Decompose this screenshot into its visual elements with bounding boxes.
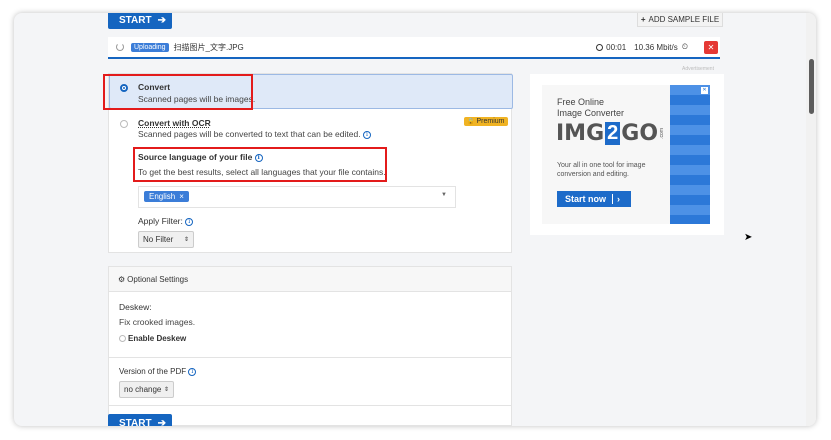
divider — [109, 405, 511, 406]
add-sample-file-button[interactable]: + ADD SAMPLE FILE — [637, 13, 723, 27]
deskew-desc: Fix crooked images. — [119, 317, 196, 327]
speed-gauge-icon: ⏲ — [681, 42, 688, 51]
remove-tag-icon[interactable]: × — [179, 192, 184, 201]
advertisement-label: Advertisement — [682, 66, 714, 72]
language-tag: English × — [144, 191, 189, 202]
apply-filter-label: Apply Filter: — [138, 216, 183, 226]
optional-settings-title: Optional Settings — [127, 275, 189, 284]
enable-deskew-checkbox[interactable] — [119, 335, 126, 342]
language-tag-label: English — [149, 192, 176, 201]
enable-deskew-label: Enable Deskew — [128, 334, 187, 343]
arrow-right-icon: ➔ — [157, 14, 166, 26]
filter-select-value: No Filter — [143, 235, 174, 244]
deskew-title: Deskew: — [119, 302, 152, 312]
page-scrollbar[interactable] — [806, 13, 816, 426]
convert-ocr-title: Convert with OCR — [138, 118, 211, 128]
info-icon[interactable]: i — [362, 130, 371, 139]
upload-speed: 10.36 Mbit/s — [634, 42, 678, 52]
upload-file-name: 扫描图片_文字.JPG — [173, 42, 244, 52]
chevron-right-icon: › — [612, 194, 620, 204]
start-button-bottom-label: START — [119, 417, 152, 427]
info-icon[interactable]: i — [188, 367, 197, 376]
uploading-status-badge: Uploading — [131, 42, 169, 52]
scrollbar-thumb[interactable] — [809, 59, 814, 114]
pdf-version-value: no change — [124, 385, 162, 394]
logo-2-text: 2 — [605, 122, 621, 145]
clock-icon — [596, 43, 604, 51]
browser-window: START ➔ + ADD SAMPLE FILE Uploading 扫描图片… — [14, 13, 816, 426]
convert-ocr-desc-row: Scanned pages will be converted to text … — [138, 129, 371, 139]
select-arrows-icon: ⇕ — [163, 387, 169, 393]
add-sample-file-label: ADD SAMPLE FILE — [648, 14, 720, 24]
advertisement-frame: Free Online Image Converter IMG 2 GO .co… — [530, 74, 724, 235]
chevron-down-icon: ▼ — [441, 192, 447, 198]
source-language-highlight-box — [133, 147, 387, 182]
ad-close-icon[interactable]: ✕ — [701, 87, 708, 94]
apply-filter-row: Apply Filter: i — [138, 216, 194, 226]
elapsed-time-value: 00:01 — [606, 42, 627, 52]
premium-badge: 🔒 Premium — [464, 117, 508, 126]
img2go-ad-banner[interactable]: Free Online Image Converter IMG 2 GO .co… — [542, 85, 710, 224]
start-button-label: START — [119, 14, 152, 26]
arrow-right-icon: ➔ — [157, 417, 166, 427]
logo-img-text: IMG — [556, 121, 605, 146]
ad-headline: Free Online Image Converter — [557, 97, 624, 119]
img2go-logo: IMG 2 GO .com — [556, 121, 665, 146]
convert-options-panel: Convert Scanned pages will be images. Co… — [103, 73, 513, 253]
language-select[interactable]: English × ▼ — [138, 186, 456, 208]
ad-headline-line2: Image Converter — [557, 108, 625, 118]
ad-start-now-label: Start now — [565, 194, 607, 204]
convert-ocr-radio[interactable] — [120, 120, 128, 128]
premium-label: Premium — [476, 118, 505, 125]
ad-start-now-button[interactable]: Start now › — [557, 191, 631, 207]
ad-headline-line1: Free Online — [557, 97, 605, 107]
upload-elapsed-time: 00:01 — [596, 43, 626, 52]
optional-settings-title-row: ⚙ Optional Settings — [118, 275, 188, 284]
filter-select[interactable]: No Filter ⇕ — [138, 231, 194, 248]
plus-icon: + — [640, 14, 646, 24]
convert-highlight-box — [103, 74, 253, 110]
divider — [109, 357, 511, 358]
select-arrows-icon: ⇕ — [183, 237, 189, 243]
pdf-version-label: Version of the PDF — [119, 367, 187, 376]
close-icon: ✕ — [707, 42, 715, 52]
start-button-bottom[interactable]: START ➔ — [108, 414, 172, 426]
upload-progress-bar: Uploading 扫描图片_文字.JPG 00:01 10.36 Mbit/s… — [108, 37, 720, 59]
logo-go-text: GO — [621, 121, 659, 146]
convert-ocr-desc: Scanned pages will be converted to text … — [138, 129, 361, 139]
spinner-icon — [116, 43, 124, 51]
pdf-version-row: Version of the PDF i — [119, 367, 197, 376]
mouse-cursor-icon: ➤ — [744, 232, 753, 243]
pdf-version-select[interactable]: no change ⇕ — [119, 381, 174, 398]
cancel-upload-button[interactable]: ✕ — [704, 40, 718, 54]
lock-icon: 🔒 — [467, 119, 475, 125]
start-button[interactable]: START ➔ — [108, 13, 172, 29]
info-icon[interactable]: i — [185, 217, 194, 226]
optional-settings-panel: ⚙ Optional Settings Deskew: Fix crooked … — [108, 266, 512, 426]
gears-icon: ⚙ — [118, 275, 126, 284]
ad-tagline: Your all in one tool for image conversio… — [557, 162, 646, 178]
logo-com-text: .com — [659, 128, 666, 139]
